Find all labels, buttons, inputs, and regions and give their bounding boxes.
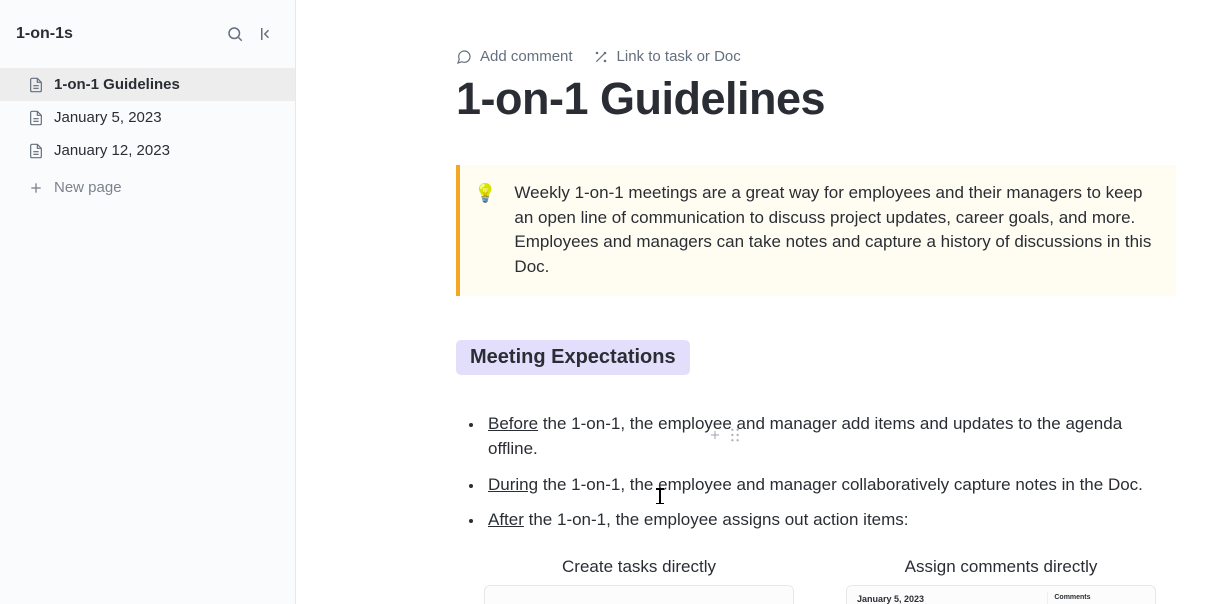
- comment-icon: [456, 49, 472, 65]
- list-rest: the 1-on-1, the employee and manager add…: [488, 414, 1122, 459]
- card-create-tasks: Create tasks directly Action Items Perso…: [484, 557, 794, 604]
- text-cursor-icon: [659, 488, 661, 504]
- lightbulb-icon: 💡: [474, 181, 496, 280]
- card-preview-tasks[interactable]: Action Items Personal List complete self…: [484, 585, 794, 604]
- callout-text: Weekly 1-on-1 meetings are a great way f…: [514, 181, 1162, 280]
- sidebar-page-list: 1-on-1 Guidelines January 5, 2023 Januar…: [0, 68, 295, 204]
- sidebar-title: 1-on-1s: [16, 25, 73, 43]
- drag-handle-icon[interactable]: [730, 428, 740, 442]
- card-heading: Create tasks directly: [562, 557, 716, 577]
- sidebar: 1-on-1s 1-on-1 Guidelines January 5, 202…: [0, 0, 296, 604]
- page-title[interactable]: 1-on-1 Guidelines: [456, 73, 1176, 125]
- add-comment-button[interactable]: Add comment: [456, 48, 573, 65]
- sidebar-item-label: 1-on-1 Guidelines: [54, 76, 180, 93]
- list-bold: Before: [488, 414, 538, 433]
- sidebar-item-guidelines[interactable]: 1-on-1 Guidelines: [0, 68, 295, 101]
- sidebar-header: 1-on-1s: [0, 0, 295, 68]
- list-item[interactable]: After the 1-on-1, the employee assigns o…: [484, 507, 1176, 533]
- link-task-label: Link to task or Doc: [617, 48, 741, 65]
- block-gutter: [708, 428, 740, 442]
- link-task-button[interactable]: Link to task or Doc: [593, 48, 741, 65]
- sidebar-item-jan5[interactable]: January 5, 2023: [0, 101, 295, 134]
- list-item[interactable]: During the 1-on-1, the employee and mana…: [484, 472, 1176, 498]
- new-page-button[interactable]: New page: [0, 171, 295, 204]
- card-preview-comments[interactable]: January 5, 2023 You · Last Updated: Toda…: [846, 585, 1156, 604]
- wand-icon: [593, 49, 609, 65]
- callout-block[interactable]: 💡 Weekly 1-on-1 meetings are a great way…: [456, 165, 1176, 296]
- page-icon: [28, 77, 44, 93]
- list-rest: the 1-on-1, the employee assigns out act…: [524, 510, 909, 529]
- card-heading: Assign comments directly: [905, 557, 1098, 577]
- sidebar-item-jan12[interactable]: January 12, 2023: [0, 134, 295, 167]
- list-bold: During: [488, 475, 538, 494]
- sidebar-item-label: January 12, 2023: [54, 142, 170, 159]
- list-item[interactable]: Before the 1-on-1, the employee and mana…: [484, 411, 1176, 462]
- add-comment-label: Add comment: [480, 48, 573, 65]
- document-main: Add comment Link to task or Doc 1-on-1 G…: [296, 0, 1210, 604]
- new-page-label: New page: [54, 179, 122, 196]
- page-icon: [28, 143, 44, 159]
- plus-icon: [28, 180, 44, 196]
- list-bold: After: [488, 510, 524, 529]
- page-icon: [28, 110, 44, 126]
- section-heading[interactable]: Meeting Expectations: [456, 340, 690, 375]
- card-assign-comments: Assign comments directly January 5, 2023…: [846, 557, 1156, 604]
- collapse-sidebar-icon[interactable]: [255, 22, 279, 46]
- cards-row: Create tasks directly Action Items Perso…: [484, 557, 1176, 604]
- list-rest: the 1-on-1, the employee and manager col…: [538, 475, 1143, 494]
- doc-actions-bar: Add comment Link to task or Doc: [456, 48, 1176, 65]
- sidebar-item-label: January 5, 2023: [54, 109, 162, 126]
- plus-icon[interactable]: [708, 428, 722, 442]
- bullet-list: Before the 1-on-1, the employee and mana…: [456, 411, 1176, 533]
- search-icon[interactable]: [223, 22, 247, 46]
